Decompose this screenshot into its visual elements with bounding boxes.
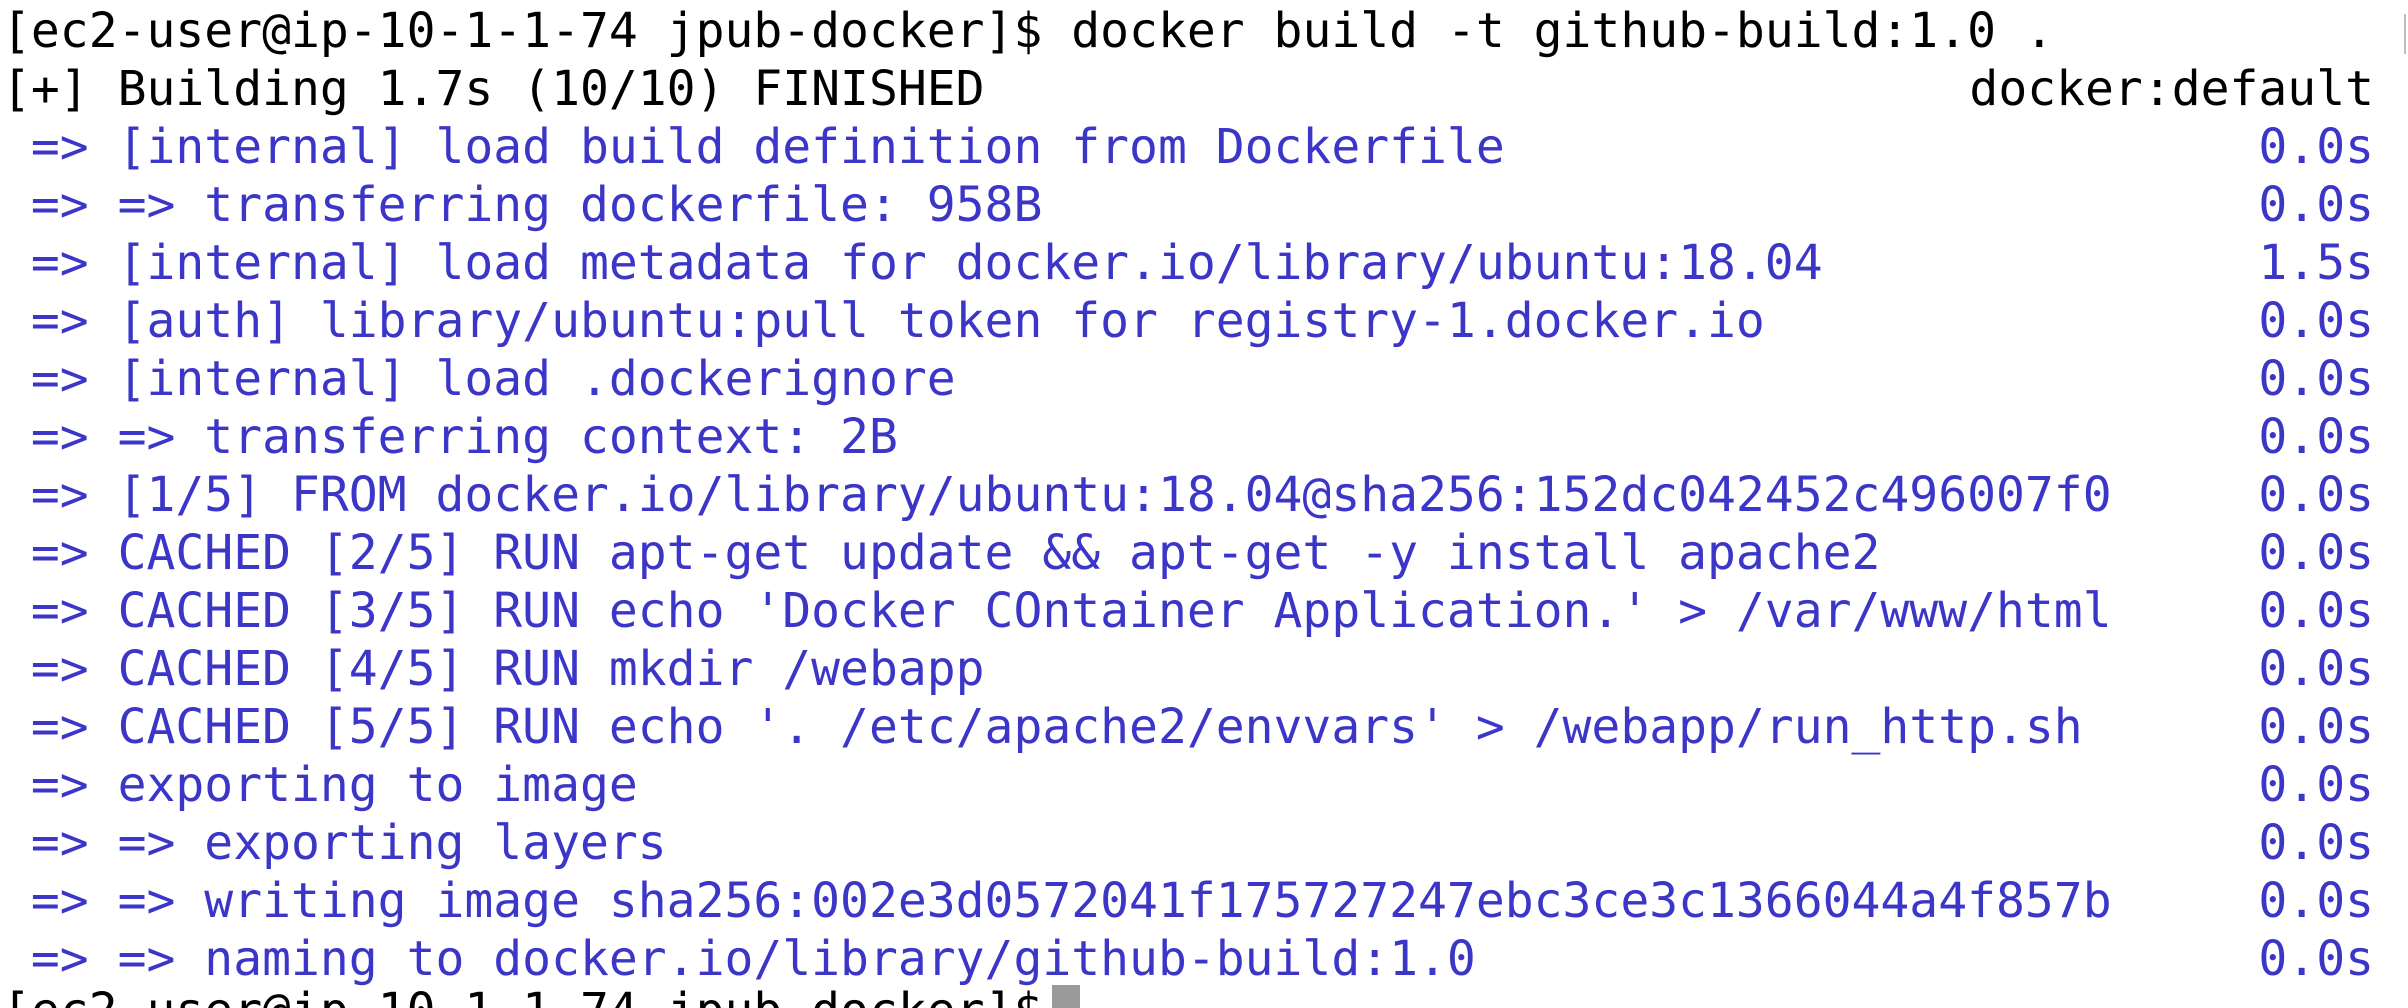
scroll-edge-marker [2404, 14, 2406, 54]
step-text: => CACHED [2/5] RUN apt-get update && ap… [2, 525, 1881, 581]
step-text: => => writing image sha256:002e3d0572041… [2, 873, 2112, 929]
step-time: 0.0s [2258, 931, 2374, 987]
build-step-line: => [internal] load .dockerignore 0.0s [2, 350, 2374, 408]
build-step-line: => => exporting layers 0.0s [2, 814, 2374, 872]
step-time: 0.0s [2258, 119, 2374, 175]
step-text: => exporting to image [2, 757, 638, 813]
build-step-line: => [internal] load build definition from… [2, 118, 2374, 176]
step-time: 0.0s [2258, 583, 2374, 639]
build-status-line: [+] Building 1.7s (10/10) FINISHED docke… [2, 60, 2374, 118]
build-step-line: => CACHED [3/5] RUN echo 'Docker COntain… [2, 582, 2374, 640]
next-prompt-line[interactable]: [ec2-user@ip-10-1-1-74 jpub-docker]$ [2, 982, 2374, 1008]
shell-prompt: [ec2-user@ip-10-1-1-74 jpub-docker]$ [2, 983, 1042, 1008]
build-step-line: => exporting to image 0.0s [2, 756, 2374, 814]
build-step-line: => CACHED [5/5] RUN echo '. /etc/apache2… [2, 698, 2374, 756]
build-summary: [+] Building 1.7s (10/10) FINISHED [2, 61, 985, 117]
step-time: 0.0s [2258, 351, 2374, 407]
step-text: => => transferring dockerfile: 958B [2, 177, 1043, 233]
build-step-line: => [internal] load metadata for docker.i… [2, 234, 2374, 292]
step-time: 0.0s [2258, 873, 2374, 929]
step-time: 0.0s [2258, 641, 2374, 697]
step-time: 0.0s [2258, 409, 2374, 465]
build-step-line: => => transferring context: 2B 0.0s [2, 408, 2374, 466]
step-time: 0.0s [2258, 177, 2374, 233]
build-step-line: => CACHED [4/5] RUN mkdir /webapp 0.0s [2, 640, 2374, 698]
step-time: 0.0s [2258, 293, 2374, 349]
step-time: 0.0s [2258, 757, 2374, 813]
step-text: => [internal] load build definition from… [2, 119, 1505, 175]
step-time: 0.0s [2258, 467, 2374, 523]
build-step-line: => CACHED [2/5] RUN apt-get update && ap… [2, 524, 2374, 582]
step-text: => [internal] load metadata for docker.i… [2, 235, 1823, 291]
step-text: => => naming to docker.io/library/github… [2, 931, 1476, 987]
builder-context: docker:default [1969, 61, 2374, 117]
step-text: => CACHED [5/5] RUN echo '. /etc/apache2… [2, 699, 2083, 755]
step-text: => CACHED [4/5] RUN mkdir /webapp [2, 641, 985, 697]
step-text: => CACHED [3/5] RUN echo 'Docker COntain… [2, 583, 2112, 639]
step-text: => => exporting layers [2, 815, 667, 871]
step-time: 0.0s [2258, 525, 2374, 581]
build-step-line: => [auth] library/ubuntu:pull token for … [2, 292, 2374, 350]
terminal-window[interactable]: [ec2-user@ip-10-1-1-74 jpub-docker]$ doc… [0, 0, 2408, 1008]
step-text: => [1/5] FROM docker.io/library/ubuntu:1… [2, 467, 2112, 523]
docker-command: docker build -t github-build:1.0 . [1071, 3, 2054, 59]
shell-prompt: [ec2-user@ip-10-1-1-74 jpub-docker]$ [2, 3, 1043, 59]
step-time: 0.0s [2258, 699, 2374, 755]
step-text: => [auth] library/ubuntu:pull token for … [2, 293, 1765, 349]
command-line: [ec2-user@ip-10-1-1-74 jpub-docker]$ doc… [2, 2, 2374, 60]
build-step-line: => [1/5] FROM docker.io/library/ubuntu:1… [2, 466, 2374, 524]
build-step-line: => => writing image sha256:002e3d0572041… [2, 872, 2374, 930]
step-text: => [internal] load .dockerignore [2, 351, 956, 407]
step-time: 0.0s [2258, 815, 2374, 871]
build-step-line: => => transferring dockerfile: 958B 0.0s [2, 176, 2374, 234]
step-time: 1.5s [2258, 235, 2374, 291]
terminal-cursor [1052, 985, 1081, 1008]
step-text: => => transferring context: 2B [2, 409, 898, 465]
build-step-line: => => naming to docker.io/library/github… [2, 930, 2374, 988]
